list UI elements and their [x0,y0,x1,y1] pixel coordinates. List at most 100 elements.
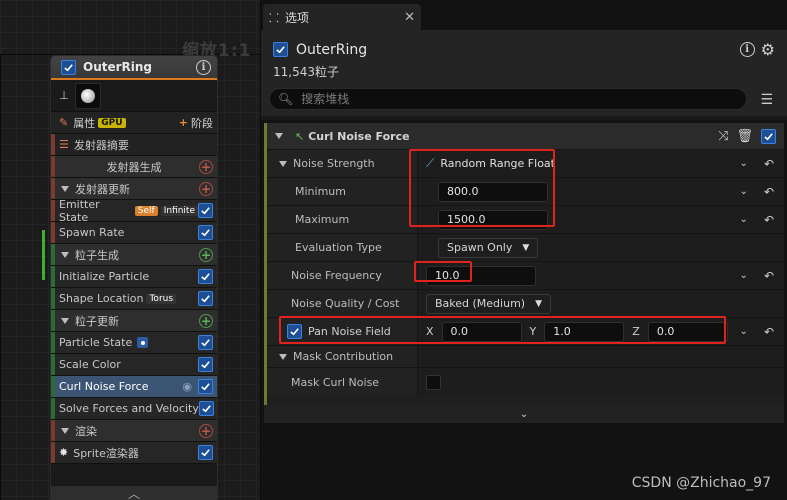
show-advanced-button[interactable]: ⌄ [264,405,784,423]
module-spawn-rate[interactable]: Spawn Rate [51,222,217,244]
module-badge-icon [137,337,149,348]
chevron-down-icon[interactable]: ⌄ [740,214,748,225]
evaluation-type-dropdown[interactable]: Spawn Only ▼ [438,237,539,258]
add-stage-button[interactable]: + 阶段 [179,115,213,131]
gear-icon[interactable]: ⚙ [761,40,775,59]
stage-particle-update[interactable]: 粒子更新 + [51,310,217,332]
search-box[interactable]: 🔍︎ [269,88,747,110]
emitter-summary-row[interactable]: ☰ 发射器摘要 [51,134,217,156]
module-enabled-checkbox[interactable] [198,357,213,372]
reset-icon[interactable]: ↶ [764,269,774,283]
property-label: Evaluation Type [295,241,382,254]
mask-curl-noise-checkbox[interactable] [426,375,441,390]
reset-icon[interactable]: ↶ [764,213,774,227]
module-emitter-state[interactable]: Emitter State Self Infinite [51,198,217,224]
stage-label: 渲染 [75,424,97,438]
category-header[interactable]: ↖ Curl Noise Force ⤨ 🗑︎ [267,123,784,149]
module-tag: Self [134,205,158,216]
pencil-icon: ✎ [59,116,69,129]
pan-y-field[interactable]: 1.0 [544,321,625,342]
module-scale-color[interactable]: Scale Color [51,354,217,376]
shuffle-icon[interactable]: ⤨ [718,129,728,144]
collapse-node-button[interactable]: ︿ [51,486,217,500]
node-properties-row[interactable]: ✎ 属性 GPU + 阶段 [51,112,217,134]
search-input[interactable] [301,92,702,106]
info-icon[interactable]: i [196,59,211,75]
stage-particle-spawn[interactable]: 粒子生成 + [51,244,217,266]
stage-emitter-spawn[interactable]: 发射器生成 + [51,156,217,178]
check-icon [201,383,210,391]
z-label: Z [632,325,640,338]
module-particle-state[interactable]: Particle State [51,332,217,354]
particle-count: 11,543粒子 [273,65,339,79]
collapse-arrow-icon[interactable] [61,317,69,324]
tab-selection[interactable]: ⸬ 选项 ✕ [263,4,421,30]
chevron-down-icon[interactable]: ⌄ [740,326,748,337]
emitter-enabled-checkbox[interactable] [273,42,288,57]
module-enabled-checkbox[interactable] [198,291,213,306]
reset-icon[interactable]: ↶ [764,185,774,199]
module-initialize-particle[interactable]: Initialize Particle [51,266,217,288]
emitter-node-header[interactable]: OuterRing i [51,56,217,80]
add-stage-label: 阶段 [191,116,213,130]
filter-icon[interactable]: ☰ [760,92,773,108]
module-enabled-checkbox[interactable] [198,225,213,240]
module-enabled-checkbox[interactable] [198,335,213,350]
module-label: Curl Noise Force [59,380,149,393]
module-enabled-checkbox[interactable] [198,269,213,284]
pan-noise-checkbox[interactable] [287,324,302,339]
collapse-arrow-icon[interactable] [61,251,69,258]
chevron-down-icon: ▼ [522,242,530,253]
noise-strength-row[interactable]: Noise Strength ⟋ Random Range Float ⌄ ↶ [267,149,784,177]
mask-contribution-row[interactable]: Mask Contribution [267,345,784,367]
collapse-arrow-icon[interactable] [279,353,287,360]
delete-icon[interactable]: 🗑︎ [736,129,753,144]
add-module-icon[interactable]: + [199,159,213,174]
pin-icon[interactable]: ⊥ [57,89,71,102]
module-enabled-checkbox[interactable] [198,379,213,394]
add-renderer-icon[interactable]: + [199,423,213,438]
graph-divider-vertical [0,54,1,500]
stage-render[interactable]: 渲染 + [51,420,217,442]
collapse-arrow-icon[interactable] [61,185,69,192]
close-icon[interactable]: ✕ [404,10,415,25]
module-enabled-checkbox[interactable] [761,128,776,144]
module-curl-noise-force[interactable]: Curl Noise Force ◉ [51,376,217,398]
add-module-icon[interactable]: + [199,247,213,262]
sprite-preview [81,88,95,103]
emitter-thumbnail[interactable] [75,82,101,109]
module-solve-forces[interactable]: Solve Forces and Velocity [51,398,217,420]
module-enabled-checkbox[interactable] [198,203,213,218]
check-icon [201,295,210,303]
dynamic-input-label[interactable]: Random Range Float [440,157,555,170]
emitter-node[interactable]: OuterRing i ⊥ ✎ 属性 GPU + 阶段 ☰ 发射器摘要 发射器生… [50,55,218,500]
stage-label: 粒子生成 [75,248,119,262]
add-module-icon[interactable]: + [199,313,213,328]
pan-z-field[interactable]: 0.0 [647,321,728,342]
collapse-arrow-icon[interactable] [275,133,283,139]
maximum-field[interactable]: 1500.0 [438,209,548,230]
pan-x-field[interactable]: 0.0 [441,321,522,342]
eye-icon[interactable]: ◉ [182,380,192,393]
noise-quality-dropdown[interactable]: Baked (Medium) ▼ [426,293,552,314]
emitter-graph-canvas[interactable]: 缩放1:1 OuterRing i ⊥ ✎ 属性 GPU + 阶段 ☰ 发射器摘… [0,0,260,500]
module-enabled-checkbox[interactable] [198,445,213,460]
minimum-row: Minimum 800.0 ⌄ ↶ [267,177,784,205]
info-icon[interactable]: i [739,42,755,57]
chevron-down-icon[interactable]: ⌄ [740,158,748,169]
module-shape-location[interactable]: Shape Location Torus [51,288,217,310]
add-module-icon[interactable]: + [199,181,213,196]
emitter-enabled-checkbox[interactable] [61,59,76,75]
noise-frequency-field[interactable]: 10.0 [426,265,536,286]
collapse-arrow-icon[interactable] [279,160,287,167]
minimum-field[interactable]: 800.0 [438,181,548,202]
property-label: Minimum [295,185,346,198]
renderer-sprite[interactable]: ✸ Sprite渲染器 [51,442,217,464]
reset-icon[interactable]: ↶ [764,157,774,171]
collapse-arrow-icon[interactable] [61,427,69,434]
chevron-down-icon[interactable]: ⌄ [740,186,748,197]
chevron-down-icon[interactable]: ⌄ [740,270,748,281]
gpu-badge: GPU [98,117,126,128]
reset-icon[interactable]: ↶ [764,325,774,339]
module-enabled-checkbox[interactable] [198,401,214,416]
